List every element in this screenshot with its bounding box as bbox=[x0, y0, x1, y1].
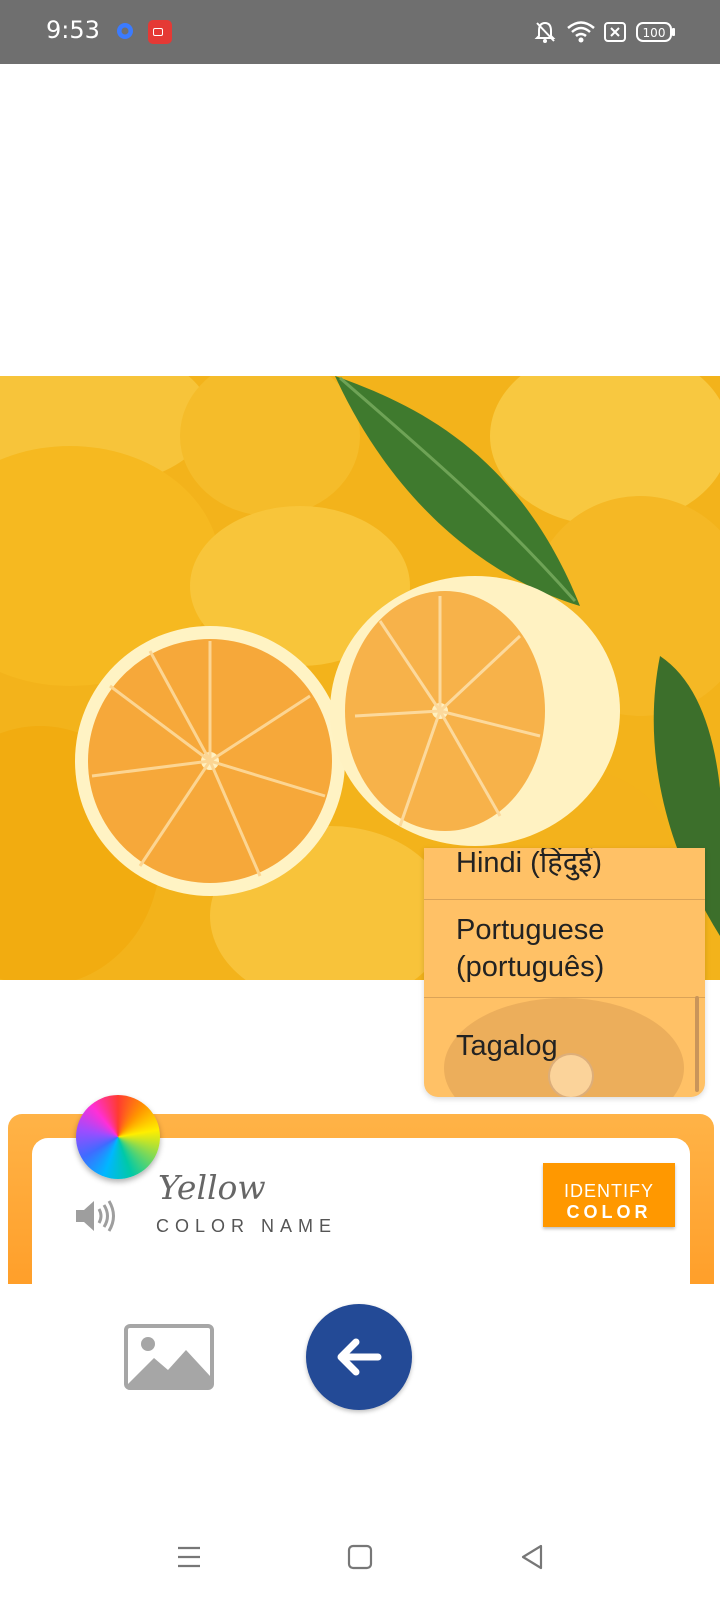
system-nav-bar bbox=[0, 1520, 720, 1600]
color-name-value: Yellow bbox=[158, 1168, 266, 1207]
battery-icon: 100 bbox=[636, 22, 675, 42]
dropdown-item-portuguese[interactable]: Portuguese (português) bbox=[424, 900, 705, 998]
battery-level: 100 bbox=[643, 26, 666, 40]
identify-color-button[interactable]: IDENTIFY COLOR bbox=[543, 1163, 675, 1227]
identify-button-line1: IDENTIFY bbox=[563, 1180, 654, 1201]
image-icon[interactable] bbox=[124, 1324, 214, 1390]
home-icon[interactable] bbox=[345, 1542, 375, 1572]
bell-off-icon bbox=[534, 21, 556, 43]
status-time: 9:53 bbox=[46, 16, 100, 44]
speaker-icon[interactable] bbox=[74, 1196, 120, 1236]
menu-icon[interactable] bbox=[174, 1542, 204, 1572]
sim-off-icon bbox=[604, 22, 626, 42]
touch-indicator bbox=[548, 1053, 594, 1097]
language-dropdown[interactable]: Hindi (हिंदुई) Portuguese (português) Ta… bbox=[424, 848, 705, 1097]
back-button[interactable] bbox=[306, 1304, 412, 1410]
settings-icon bbox=[117, 23, 133, 39]
wifi-icon bbox=[567, 21, 595, 43]
arrow-left-icon bbox=[337, 1338, 382, 1376]
screen-record-icon bbox=[148, 20, 172, 44]
color-wheel-icon bbox=[76, 1095, 160, 1179]
status-bar: 9:53 100 bbox=[0, 0, 720, 64]
color-name-label: COLOR NAME bbox=[156, 1216, 338, 1236]
dropdown-item-hindi[interactable]: Hindi (हिंदुई) bbox=[424, 848, 705, 900]
back-icon[interactable] bbox=[517, 1542, 547, 1572]
dropdown-scrollbar[interactable] bbox=[695, 996, 699, 1092]
identify-button-line2: COLOR bbox=[566, 1201, 652, 1222]
